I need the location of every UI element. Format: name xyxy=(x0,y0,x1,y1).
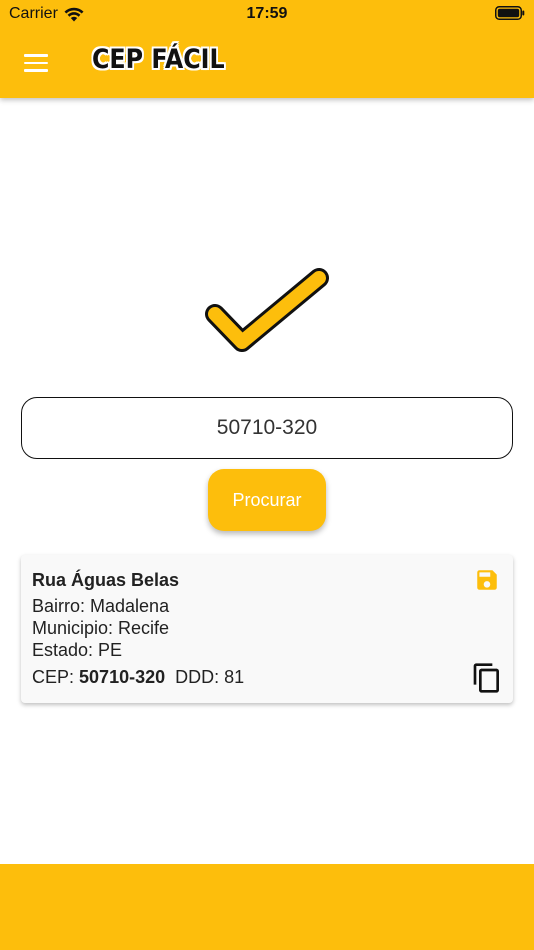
status-time: 17:59 xyxy=(246,5,288,22)
estado-text: Estado: PE xyxy=(32,640,123,660)
cep-input[interactable] xyxy=(21,397,513,459)
status-bar: Carrier 17:59 xyxy=(0,0,534,28)
app-bar: Carrier 17:59 CEP FÁCIL xyxy=(0,0,534,98)
save-icon[interactable] xyxy=(474,567,500,593)
copy-icon[interactable] xyxy=(471,662,503,694)
cep-row: CEP: 50710-320 DDD: 81 xyxy=(32,667,244,688)
ddd-text: DDD: 81 xyxy=(175,667,245,687)
app-logo: CEP FÁCIL xyxy=(92,44,225,75)
battery-icon xyxy=(495,6,525,20)
search-button[interactable]: Procurar xyxy=(208,469,326,531)
bairro-text: Bairro: Madalena xyxy=(32,596,170,616)
menu-icon[interactable] xyxy=(24,54,48,72)
municipio-text: Municipio: Recife xyxy=(32,618,170,638)
street-name: Rua Águas Belas xyxy=(32,570,180,590)
cep-label: CEP: xyxy=(32,667,75,687)
cep-value: 50710-320 xyxy=(79,667,166,687)
check-icon xyxy=(205,268,329,352)
bottom-bar xyxy=(0,864,534,950)
result-card: Rua Águas Belas Bairro: Madalena Municip… xyxy=(21,555,513,703)
